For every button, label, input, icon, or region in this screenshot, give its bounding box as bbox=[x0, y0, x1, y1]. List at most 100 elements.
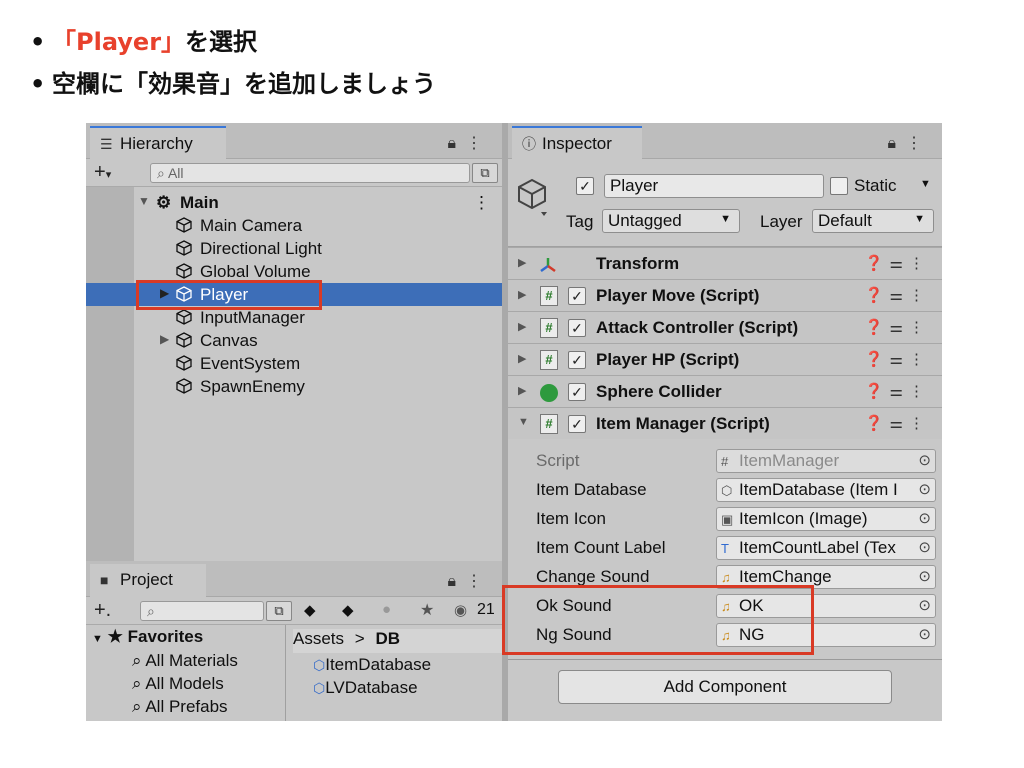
more-icon[interactable]: ⋮ bbox=[909, 415, 930, 432]
script-hash-icon: # bbox=[540, 286, 558, 306]
scene-row-main[interactable]: ▼ ⚙︎ Main ⋮ bbox=[134, 191, 502, 214]
hierarchy-item[interactable]: Main Camera bbox=[134, 214, 502, 237]
scriptable-object-icon: ⬡ bbox=[313, 680, 326, 696]
hierarchy-item[interactable]: EventSystem bbox=[134, 352, 502, 375]
asset-item[interactable]: ⬡LVDatabase bbox=[313, 678, 418, 698]
hierarchy-search-input[interactable]: ⌕ All bbox=[150, 163, 470, 183]
chevron-down-icon[interactable]: ▼ bbox=[920, 178, 931, 190]
object-field[interactable]: ▣ ItemIcon (Image) ⊙ bbox=[716, 507, 936, 531]
add-component-button[interactable]: Add Component bbox=[558, 670, 892, 704]
more-icon[interactable]: ⋮ bbox=[909, 351, 930, 368]
create-button[interactable]: +. bbox=[94, 599, 111, 622]
chevron-right-icon[interactable]: ▶ bbox=[518, 320, 526, 333]
lock-icon[interactable]: 🔒︎ bbox=[887, 135, 906, 152]
help-icon[interactable]: ❓ bbox=[865, 351, 890, 368]
more-icon[interactable]: ⋮ bbox=[909, 319, 930, 336]
gameobject-cube-icon bbox=[176, 217, 192, 233]
project-toolbar: +. ⌕ ⧉ ◆ ◆ ● ★ ◉ 21 bbox=[86, 597, 502, 625]
object-picker-icon[interactable]: ⊙ bbox=[918, 567, 931, 585]
breadcrumb-current[interactable]: DB bbox=[375, 629, 400, 648]
more-icon[interactable]: ⋮ bbox=[906, 135, 932, 152]
help-icon[interactable]: ❓ bbox=[865, 319, 890, 336]
component-enabled-checkbox[interactable]: ✓ bbox=[568, 351, 586, 369]
more-icon[interactable]: ⋮ bbox=[466, 135, 492, 152]
favorite-item[interactable]: ⌕ All Prefabs bbox=[132, 697, 228, 719]
favorite-item[interactable]: ⌕ All Models bbox=[132, 674, 224, 696]
filter-log-icon[interactable]: ● bbox=[382, 601, 391, 618]
list-icon: ☰ bbox=[100, 136, 113, 152]
lock-icon[interactable]: 🔒︎ bbox=[447, 573, 466, 590]
object-picker-icon[interactable]: ⊙ bbox=[918, 538, 931, 556]
object-picker-icon[interactable]: ⊙ bbox=[918, 480, 931, 498]
preset-icon[interactable]: ⚌ bbox=[890, 319, 909, 336]
object-name-input[interactable]: Player bbox=[604, 174, 824, 198]
star-icon[interactable]: ★ bbox=[420, 600, 434, 620]
layer-dropdown[interactable]: Default ▼ bbox=[812, 209, 934, 233]
more-icon[interactable]: ⋮ bbox=[909, 255, 930, 272]
component-enabled-checkbox[interactable]: ✓ bbox=[568, 287, 586, 305]
chevron-right-icon[interactable]: ▶ bbox=[518, 256, 526, 269]
component-enabled-checkbox[interactable]: ✓ bbox=[568, 415, 586, 433]
chevron-down-icon[interactable]: ▼ bbox=[138, 194, 150, 208]
eye-icon[interactable]: ◉ bbox=[454, 601, 467, 619]
favorites-header[interactable]: ▼ ★ Favorites bbox=[92, 627, 203, 649]
component-header[interactable]: ▶ # ✓ Player HP (Script) ❓⚌⋮ bbox=[508, 343, 942, 375]
hierarchy-item[interactable]: ▶ Canvas bbox=[134, 329, 502, 352]
favorite-item[interactable]: ⌕ All Materials bbox=[132, 651, 238, 673]
object-field[interactable]: ⬡ ItemDatabase (Item I ⊙ bbox=[716, 478, 936, 502]
search-scope-button[interactable]: ⧉ bbox=[266, 601, 292, 621]
filter-label-icon[interactable]: ◆ bbox=[342, 601, 354, 619]
chevron-right-icon[interactable]: ▶ bbox=[518, 288, 526, 301]
project-search-input[interactable]: ⌕ bbox=[140, 601, 264, 621]
help-icon[interactable]: ❓ bbox=[865, 287, 890, 304]
component-header[interactable]: ▶ Transform ❓⚌⋮ bbox=[508, 247, 942, 279]
add-dropdown-button[interactable]: +▾ bbox=[94, 161, 111, 184]
object-picker-icon[interactable]: ⊙ bbox=[918, 451, 931, 469]
tab-project[interactable]: ■ Project bbox=[90, 564, 206, 598]
object-field[interactable]: T ItemCountLabel (Tex ⊙ bbox=[716, 536, 936, 560]
scriptable-object-icon: ⬡ bbox=[313, 657, 326, 673]
tab-hierarchy[interactable]: ☰ Hierarchy bbox=[90, 126, 226, 160]
help-icon[interactable]: ❓ bbox=[865, 255, 890, 272]
tag-dropdown[interactable]: Untagged ▼ bbox=[602, 209, 740, 233]
active-checkbox[interactable]: ✓ bbox=[576, 177, 594, 195]
preset-icon[interactable]: ⚌ bbox=[890, 287, 909, 304]
preset-icon[interactable]: ⚌ bbox=[890, 255, 909, 272]
object-picker-icon[interactable]: ⊙ bbox=[918, 596, 931, 614]
property-label: Change Sound bbox=[536, 567, 650, 586]
lock-icon[interactable]: 🔒︎ bbox=[447, 135, 466, 152]
more-icon[interactable]: ⋮ bbox=[473, 193, 490, 213]
hierarchy-toolbar: +▾ ⌕ All ⧉ bbox=[86, 159, 502, 187]
component-header[interactable]: ▶ # ✓ Attack Controller (Script) ❓⚌⋮ bbox=[508, 311, 942, 343]
chevron-right-icon[interactable]: ▶ bbox=[518, 352, 526, 365]
component-header[interactable]: ▶ ✓ Sphere Collider ❓⚌⋮ bbox=[508, 375, 942, 407]
chevron-right-icon[interactable]: ▶ bbox=[160, 332, 169, 346]
component-enabled-checkbox[interactable]: ✓ bbox=[568, 319, 586, 337]
static-checkbox[interactable] bbox=[830, 177, 848, 195]
chevron-right-icon[interactable]: ▶ bbox=[518, 384, 526, 397]
help-icon[interactable]: ❓ bbox=[865, 383, 890, 400]
component-enabled-checkbox[interactable]: ✓ bbox=[568, 383, 586, 401]
more-icon[interactable]: ⋮ bbox=[466, 573, 492, 590]
preset-icon[interactable]: ⚌ bbox=[890, 415, 909, 432]
gameobject-cube-icon[interactable] bbox=[516, 177, 548, 217]
preset-icon[interactable]: ⚌ bbox=[890, 351, 909, 368]
script-hash-icon: # bbox=[540, 350, 558, 370]
breadcrumb-assets[interactable]: Assets bbox=[293, 629, 344, 648]
hierarchy-item[interactable]: Directional Light bbox=[134, 237, 502, 260]
more-icon[interactable]: ⋮ bbox=[909, 383, 930, 400]
asset-item[interactable]: ⬡ItemDatabase bbox=[313, 655, 431, 675]
object-picker-icon[interactable]: ⊙ bbox=[918, 509, 931, 527]
hierarchy-panel: ☰ Hierarchy 🔒︎⋮ +▾ ⌕ All ⧉ ▼ ⚙︎ Main ⋮ Ma… bbox=[86, 123, 502, 561]
component-header[interactable]: ▼ # ✓ Item Manager (Script) ❓⚌⋮ bbox=[508, 407, 942, 439]
tab-inspector[interactable]: ⓘ Inspector bbox=[512, 126, 642, 160]
help-icon[interactable]: ❓ bbox=[865, 415, 890, 432]
hierarchy-item[interactable]: SpawnEnemy bbox=[134, 375, 502, 398]
object-picker-icon[interactable]: ⊙ bbox=[918, 625, 931, 643]
preset-icon[interactable]: ⚌ bbox=[890, 383, 909, 400]
scene-visibility-button[interactable]: ⧉ bbox=[472, 163, 498, 183]
more-icon[interactable]: ⋮ bbox=[909, 287, 930, 304]
chevron-down-icon[interactable]: ▼ bbox=[518, 416, 529, 428]
filter-type-icon[interactable]: ◆ bbox=[304, 601, 316, 619]
component-header[interactable]: ▶ # ✓ Player Move (Script) ❓⚌⋮ bbox=[508, 279, 942, 311]
